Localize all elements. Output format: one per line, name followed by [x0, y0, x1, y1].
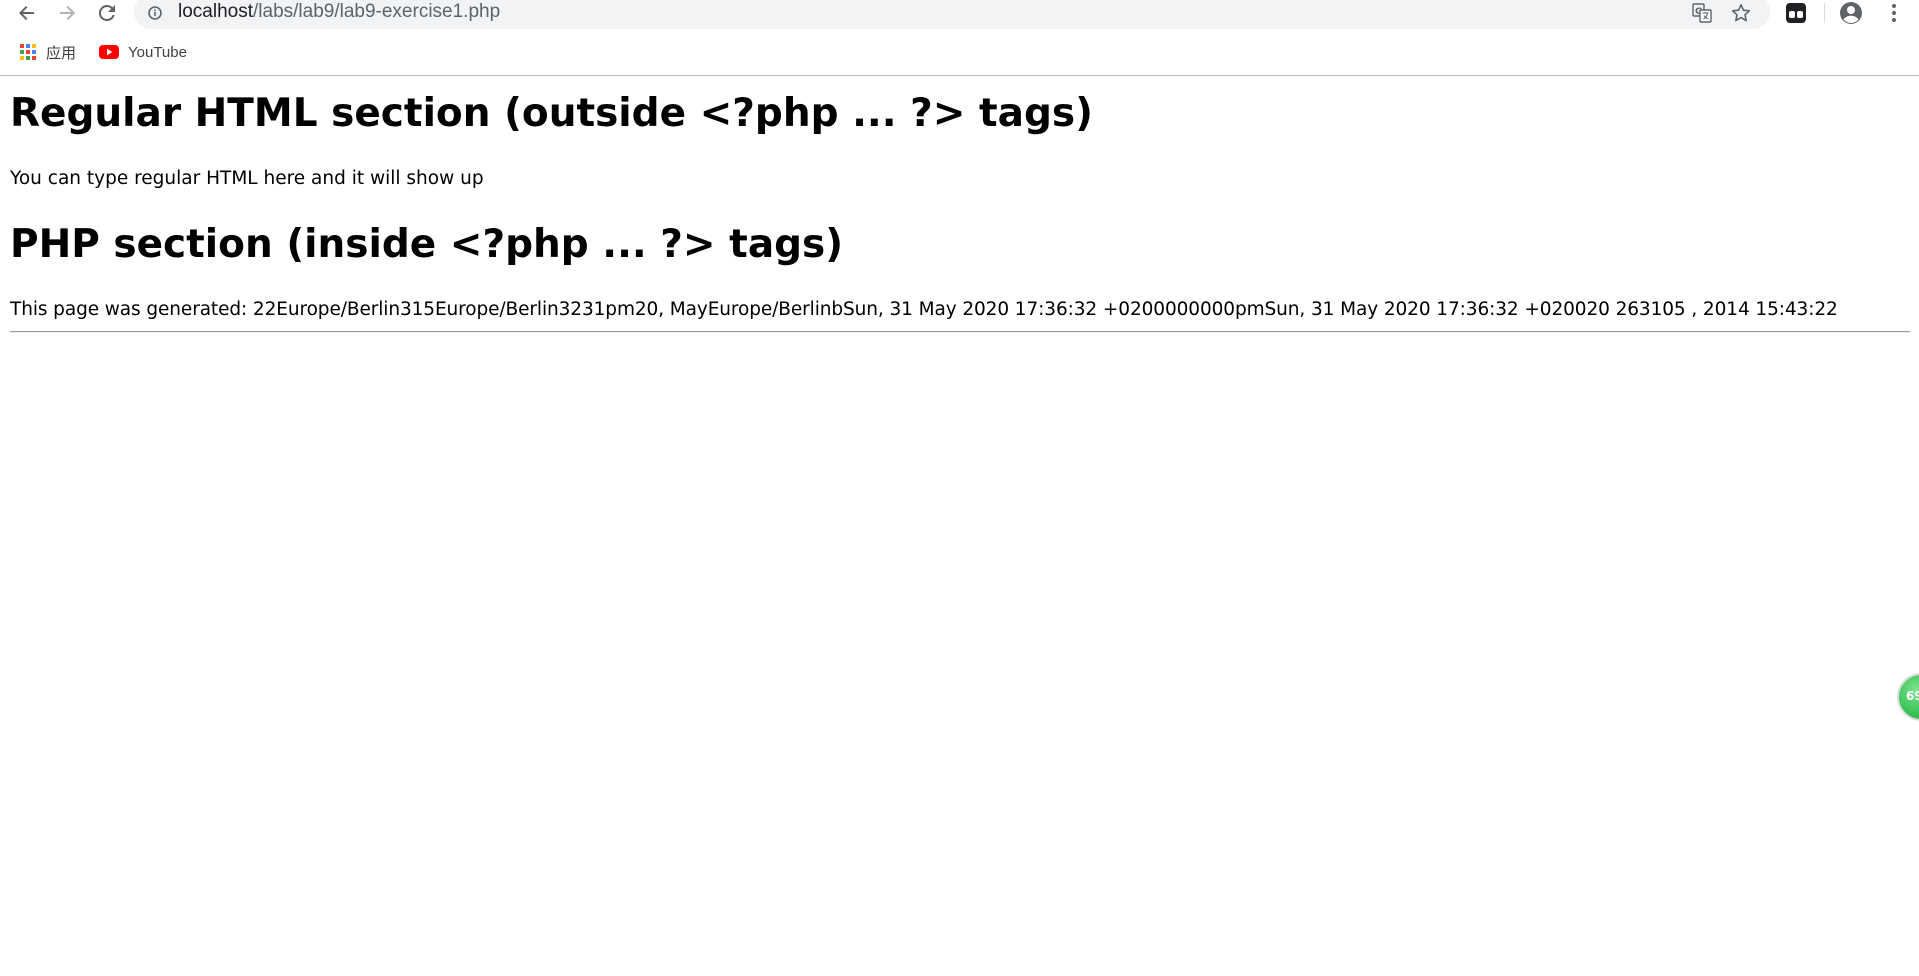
- info-icon[interactable]: [148, 6, 162, 20]
- apps-grid-icon: [20, 44, 36, 60]
- paragraph-generated-date: This page was generated: 22Europe/Berlin…: [10, 299, 1838, 320]
- url-path: /labs/lab9/lab9-exercise1.php: [253, 1, 501, 22]
- reload-icon: [98, 4, 115, 21]
- horizontal-rule: [10, 331, 1910, 333]
- reload-button[interactable]: [92, 0, 122, 26]
- forward-button[interactable]: [52, 0, 82, 26]
- bookmark-youtube[interactable]: YouTube: [99, 40, 187, 64]
- bookmark-label: 应用: [46, 44, 77, 62]
- browser-window: localhost/labs/lab9/lab9-exercise1.php G: [0, 0, 1919, 976]
- kebab-menu-icon[interactable]: [1885, 2, 1903, 24]
- bookmark-apps[interactable]: 应用: [19, 40, 76, 64]
- page-content: Regular HTML section (outside <?php ... …: [0, 76, 1919, 976]
- floating-badge-text: 69: [1906, 689, 1919, 703]
- heading-php-section: PHP section (inside <?php ... ?> tags): [10, 222, 844, 267]
- paragraph-regular-html: You can type regular HTML here and it wi…: [10, 168, 484, 189]
- bookmark-label: YouTube: [128, 43, 187, 61]
- floating-badge[interactable]: 69: [1897, 673, 1919, 721]
- address-bar[interactable]: localhost/labs/lab9/lab9-exercise1.php G: [134, 0, 1770, 29]
- browser-toolbar: localhost/labs/lab9/lab9-exercise1.php G: [0, 0, 1919, 29]
- star-icon[interactable]: [1731, 3, 1751, 23]
- arrow-right-icon: [60, 6, 75, 20]
- youtube-icon: [99, 45, 119, 59]
- arrow-left-icon: [19, 6, 34, 20]
- profile-icon[interactable]: [1839, 1, 1863, 25]
- back-button[interactable]: [12, 0, 42, 26]
- address-url[interactable]: localhost/labs/lab9/lab9-exercise1.php: [178, 1, 500, 23]
- heading-regular-html: Regular HTML section (outside <?php ... …: [10, 91, 1093, 136]
- toolbar-divider: [1824, 3, 1825, 23]
- extension-icon[interactable]: [1785, 2, 1807, 24]
- bookmarks-bar: 应用 YouTube: [0, 38, 1919, 68]
- translate-icon[interactable]: G: [1692, 3, 1712, 23]
- url-host: localhost: [178, 1, 253, 22]
